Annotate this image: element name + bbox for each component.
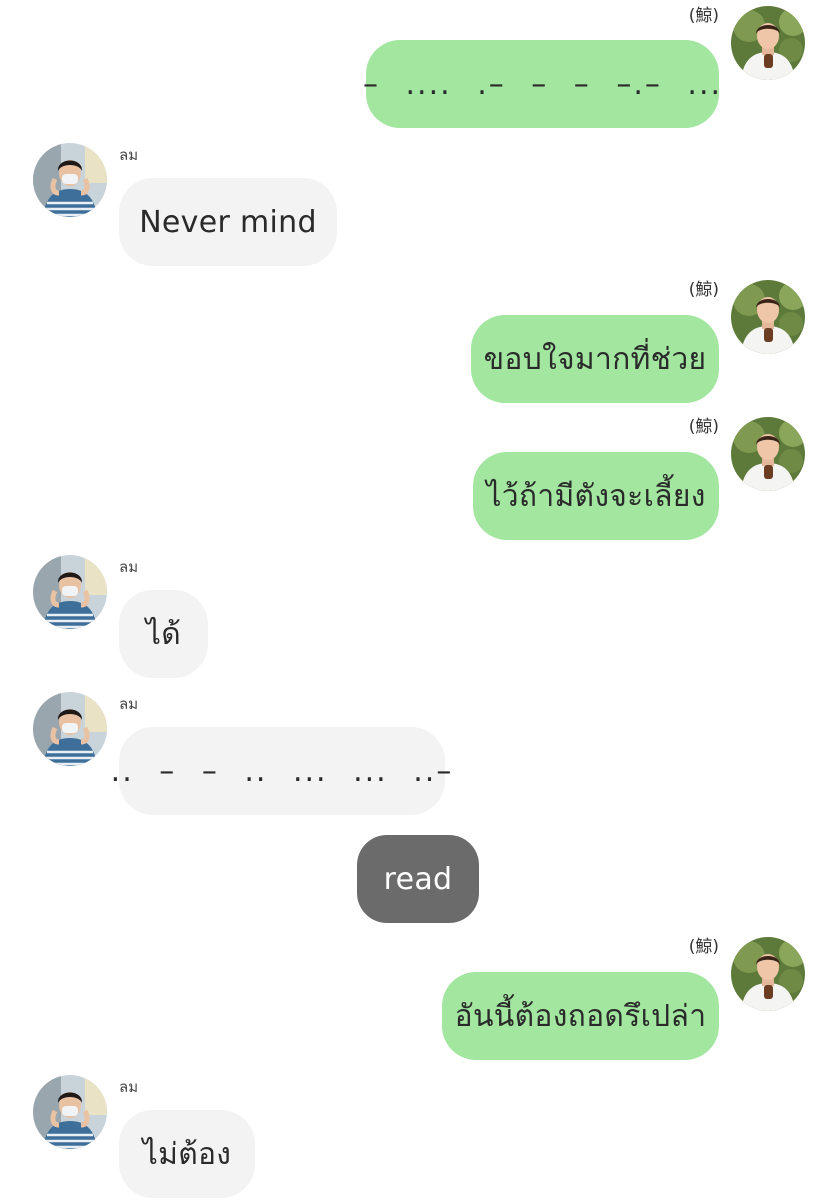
- sender-name: ลม: [119, 695, 139, 713]
- avatar-photo-icon: [33, 143, 107, 217]
- avatar[interactable]: [33, 143, 107, 217]
- sender-name: ลม: [119, 558, 139, 576]
- avatar-photo-icon: [731, 417, 805, 491]
- sender-name: ลม: [119, 146, 139, 164]
- sender-name: (鯨): [688, 937, 719, 957]
- read-status-badge: read: [357, 835, 479, 923]
- avatar[interactable]: [33, 1075, 107, 1149]
- message-bubble[interactable]: ไม่ต้อง: [119, 1110, 255, 1198]
- message-bubble[interactable]: อันนี้ต้องถอดรึเปล่า: [442, 972, 719, 1060]
- sender-name: (鯨): [688, 6, 719, 26]
- avatar-photo-icon: [731, 280, 805, 354]
- avatar-photo-icon: [33, 692, 107, 766]
- avatar[interactable]: [33, 692, 107, 766]
- message-bubble[interactable]: – .... .– – – –.– ...: [363, 40, 720, 128]
- avatar-photo-icon: [33, 555, 107, 629]
- message-bubble[interactable]: Never mind: [119, 178, 337, 266]
- sender-name: (鯨): [688, 280, 719, 300]
- avatar-photo-icon: [731, 6, 805, 80]
- avatar[interactable]: [731, 280, 805, 354]
- avatar[interactable]: [731, 6, 805, 80]
- sender-name: (鯨): [688, 417, 719, 437]
- avatar[interactable]: [731, 937, 805, 1011]
- avatar-photo-icon: [33, 1075, 107, 1149]
- message-bubble[interactable]: ขอบใจมากที่ช่วย: [471, 315, 719, 403]
- sender-name: ลม: [119, 1078, 139, 1096]
- avatar-photo-icon: [731, 937, 805, 1011]
- message-bubble[interactable]: .. – – .. ... ... ..–: [111, 727, 451, 815]
- avatar[interactable]: [33, 555, 107, 629]
- message-bubble[interactable]: ไว้ถ้ามีตังจะเลี้ยง: [473, 452, 719, 540]
- message-bubble[interactable]: ได้: [119, 590, 208, 678]
- avatar[interactable]: [731, 417, 805, 491]
